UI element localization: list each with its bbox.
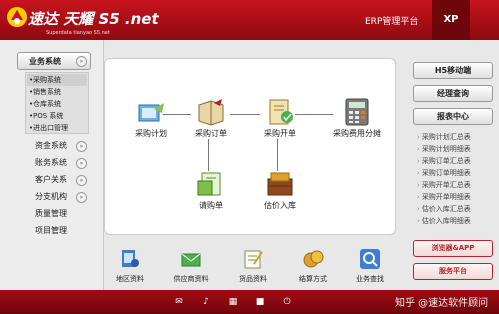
calculator-icon xyxy=(345,98,369,126)
workflow-panel: 采购计划 采购订单 采购开单 采购费用分摊 请购单 估价入库 xyxy=(104,58,396,235)
submenu: •采购系统 •销售系统 •仓库系统 •POS 系统 •进出口管理 xyxy=(25,72,89,134)
goods-icon xyxy=(244,250,263,269)
edition-badge: XP xyxy=(432,0,470,40)
nav-business-search[interactable]: 业务查找 xyxy=(348,248,392,284)
mail-icon[interactable]: ✉ xyxy=(173,296,185,308)
browser-app-button[interactable]: 浏览器&APP xyxy=(413,240,493,257)
app-header: 速达 天耀 S5 .net Superdata tianyao S5.net E… xyxy=(0,0,499,40)
expand-chevron-icon[interactable]: » xyxy=(76,175,87,186)
section-title: 业务系统 xyxy=(29,57,61,66)
plan-icon xyxy=(138,103,164,122)
submenu-item-sales[interactable]: •销售系统 xyxy=(29,86,61,98)
requisition-icon xyxy=(197,172,221,196)
node-purchase-plan[interactable]: 采购计划 xyxy=(127,99,175,139)
expand-chevron-icon[interactable]: » xyxy=(76,141,87,152)
expand-chevron-icon[interactable]: » xyxy=(76,56,87,67)
region-icon xyxy=(122,250,139,267)
order-icon xyxy=(198,99,224,126)
node-requisition[interactable]: 请购单 xyxy=(189,169,233,211)
warehouse-icon xyxy=(267,172,293,196)
sidebar-item-crm[interactable]: 客户关系 xyxy=(35,174,67,185)
service-platform-button[interactable]: 服务平台 xyxy=(413,263,493,280)
node-estimated-stock-in[interactable]: 估价入库 xyxy=(258,169,302,211)
manager-query-button[interactable]: 经理查询 xyxy=(413,85,493,102)
calendar-icon[interactable]: ▦ xyxy=(227,296,239,308)
sidebar-item-accounting[interactable]: 账务系统 xyxy=(35,157,67,168)
nav-region-data[interactable]: 地区资料 xyxy=(108,248,152,284)
nav-goods-data[interactable]: 货品资料 xyxy=(232,248,274,284)
invoice-icon xyxy=(269,99,293,125)
flow-arrow xyxy=(277,139,278,171)
nav-settlement-method[interactable]: 结算方式 xyxy=(292,248,334,284)
submenu-item-warehouse[interactable]: •仓库系统 xyxy=(29,98,61,110)
left-sidebar: 业务系统 » •采购系统 •销售系统 •仓库系统 •POS 系统 •进出口管理 … xyxy=(0,40,104,290)
report-link[interactable]: › 采购订单汇总表 xyxy=(417,156,471,166)
lock-icon[interactable]: ■ xyxy=(254,296,266,308)
right-sidebar: H5移动端 经理查询 报表中心 › 采购计划汇总表 › 采购计划明细表 › 采购订单汇… xyxy=(405,40,499,290)
sidebar-item-funds[interactable]: 资金系统 xyxy=(35,140,67,151)
logo-text: 速达 天耀 S5 .net xyxy=(28,10,159,28)
sidebar-item-quality[interactable]: 质量管理 xyxy=(35,208,67,219)
report-link[interactable]: › 采购开单明细表 xyxy=(417,192,471,202)
logo-icon xyxy=(7,7,27,27)
power-icon[interactable]: ⏻ xyxy=(281,296,293,308)
settlement-icon xyxy=(303,250,324,268)
submenu-item-import-export[interactable]: •进出口管理 xyxy=(29,122,68,134)
node-purchase-cost-allocation[interactable]: 采购费用分摊 xyxy=(327,97,387,139)
watermark: 知乎 @速达软件顾问 xyxy=(395,298,489,309)
report-link[interactable]: › 估价入库明细表 xyxy=(417,216,471,226)
h5-mobile-button[interactable]: H5移动端 xyxy=(413,62,493,79)
nav-supplier-data[interactable]: 供应商资料 xyxy=(166,248,216,284)
submenu-item-purchase[interactable]: •采购系统 xyxy=(27,74,87,86)
sidebar-item-projects[interactable]: 项目管理 xyxy=(35,225,67,236)
search-icon xyxy=(360,249,380,269)
report-link[interactable]: › 采购开单汇总表 xyxy=(417,180,471,190)
report-link[interactable]: › 采购计划汇总表 xyxy=(417,132,471,142)
sidebar-item-branches[interactable]: 分支机构 xyxy=(35,191,67,202)
sound-icon[interactable]: ♪ xyxy=(200,296,212,308)
business-system-header[interactable]: 业务系统 » xyxy=(17,52,91,70)
expand-chevron-icon[interactable]: » xyxy=(76,158,87,169)
report-link[interactable]: › 估价入库汇总表 xyxy=(417,204,471,214)
expand-chevron-icon[interactable]: » xyxy=(76,192,87,203)
flow-arrow xyxy=(230,114,260,115)
node-purchase-order[interactable]: 采购订单 xyxy=(189,97,233,139)
supplier-icon xyxy=(181,253,201,267)
logo-subtext: Superdata tianyao S5.net xyxy=(46,30,110,36)
flow-arrow xyxy=(208,139,209,171)
platform-title: ERP管理平台 xyxy=(365,17,419,27)
bottom-nav: 地区资料 供应商资料 货品资料 结算方式 业务查找 xyxy=(104,244,394,290)
report-link[interactable]: › 采购计划明细表 xyxy=(417,144,471,154)
report-center-button[interactable]: 报表中心 xyxy=(413,108,493,125)
submenu-item-pos[interactable]: •POS 系统 xyxy=(29,110,63,122)
report-link[interactable]: › 采购订单明细表 xyxy=(417,168,471,178)
node-purchase-invoice[interactable]: 采购开单 xyxy=(258,97,302,139)
